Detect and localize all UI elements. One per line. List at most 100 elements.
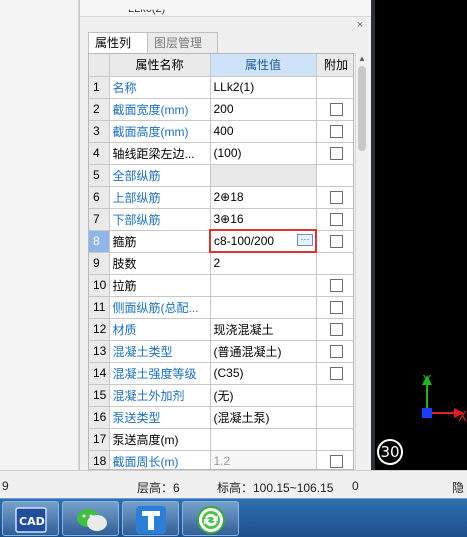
- row-number[interactable]: 2: [89, 98, 110, 121]
- property-value-cell[interactable]: 2: [210, 252, 317, 275]
- property-name-cell[interactable]: 泵送类型: [109, 406, 211, 429]
- property-value-editor[interactable]: c8-100/200 ···: [209, 229, 317, 253]
- property-name-cell[interactable]: 混凝土外加剂: [109, 384, 211, 407]
- row-number[interactable]: 17: [89, 428, 110, 451]
- property-value-cell[interactable]: 200: [210, 98, 317, 121]
- property-name-cell[interactable]: 侧面纵筋(总配...: [109, 296, 211, 319]
- property-value-cell[interactable]: (混凝土泵): [210, 406, 317, 429]
- scroll-thumb[interactable]: [358, 66, 366, 151]
- table-row[interactable]: 14 混凝土强度等级 (C35): [89, 362, 353, 385]
- attach-checkbox[interactable]: [329, 103, 343, 117]
- attach-cell: [316, 120, 353, 143]
- property-value-cell[interactable]: (C35): [210, 362, 317, 385]
- table-row[interactable]: 15 混凝土外加剂 (无): [89, 384, 353, 407]
- row-number[interactable]: 12: [89, 318, 110, 341]
- table-row[interactable]: 5 全部纵筋: [89, 164, 353, 187]
- table-row[interactable]: 9 肢数 2: [89, 252, 353, 275]
- taskbar-refresh-app[interactable]: [182, 501, 239, 536]
- row-number[interactable]: 10: [89, 274, 110, 297]
- row-number[interactable]: 16: [89, 406, 110, 429]
- attach-checkbox[interactable]: [329, 367, 343, 381]
- row-number[interactable]: 6: [89, 186, 110, 209]
- property-name-cell[interactable]: 混凝土类型: [109, 340, 211, 363]
- table-row[interactable]: 12 材质 现浇混凝土: [89, 318, 353, 341]
- table-row[interactable]: 13 混凝土类型 (普通混凝土): [89, 340, 353, 363]
- table-row[interactable]: 6 上部纵筋 2⊕18: [89, 186, 353, 209]
- property-value-cell[interactable]: 1.2: [210, 450, 317, 469]
- property-value-cell[interactable]: [210, 296, 317, 319]
- attach-checkbox[interactable]: [329, 455, 343, 469]
- property-name-cell[interactable]: 混凝土强度等级: [109, 362, 211, 385]
- property-name-cell[interactable]: 全部纵筋: [109, 164, 211, 187]
- header-property-value[interactable]: 属性值: [210, 54, 317, 77]
- row-number[interactable]: 11: [89, 296, 110, 319]
- row-number[interactable]: 7: [89, 208, 110, 231]
- table-row[interactable]: 18 截面周长(m) 1.2: [89, 450, 353, 469]
- previous-component-item[interactable]: LLk6(2): [128, 10, 165, 15]
- property-name-cell[interactable]: 轴线距梁左边...: [109, 142, 211, 165]
- property-name-cell[interactable]: 上部纵筋: [109, 186, 211, 209]
- property-value-cell[interactable]: [210, 164, 317, 187]
- table-row[interactable]: 3 截面高度(mm) 400: [89, 120, 353, 143]
- table-row[interactable]: 1 名称 LLk2(1): [89, 76, 353, 99]
- attach-checkbox[interactable]: [329, 235, 343, 249]
- property-name-cell[interactable]: 截面宽度(mm): [109, 98, 211, 121]
- scroll-up-arrow-icon[interactable]: ▲: [356, 53, 368, 65]
- tab-layer-management[interactable]: 图层管理: [148, 32, 218, 53]
- header-attach[interactable]: 附加: [316, 54, 353, 77]
- attach-checkbox[interactable]: [329, 301, 343, 315]
- property-value-cell[interactable]: 现浇混凝土: [210, 318, 317, 341]
- row-number[interactable]: 1: [89, 76, 110, 99]
- property-name-cell[interactable]: 下部纵筋: [109, 208, 211, 231]
- attach-checkbox[interactable]: [329, 125, 343, 139]
- property-name-cell[interactable]: 拉筋: [109, 274, 211, 297]
- table-row[interactable]: 7 下部纵筋 3⊕16: [89, 208, 353, 231]
- row-number[interactable]: 8: [89, 230, 110, 253]
- row-number[interactable]: 18: [89, 450, 110, 469]
- attach-checkbox[interactable]: [329, 191, 343, 205]
- table-row[interactable]: 11 侧面纵筋(总配...: [89, 296, 353, 319]
- attach-checkbox[interactable]: [329, 323, 343, 337]
- attach-checkbox[interactable]: [329, 147, 343, 161]
- header-property-name[interactable]: 属性名称: [109, 54, 211, 77]
- taskbar-cad-app[interactable]: CAD: [2, 501, 59, 536]
- table-row[interactable]: 2 截面宽度(mm) 200: [89, 98, 353, 121]
- property-name-cell[interactable]: 肢数: [109, 252, 211, 275]
- property-value-cell[interactable]: 3⊕16: [210, 208, 317, 231]
- tab-property-list[interactable]: 属性列表: [88, 32, 148, 70]
- property-value-cell[interactable]: 2⊕18: [210, 186, 317, 209]
- vertical-scrollbar[interactable]: ▲: [355, 53, 367, 470]
- row-number[interactable]: 3: [89, 120, 110, 143]
- attach-checkbox[interactable]: [329, 279, 343, 293]
- row-number[interactable]: 4: [89, 142, 110, 165]
- taskbar-t-app[interactable]: [122, 501, 179, 536]
- close-icon[interactable]: ×: [354, 20, 366, 31]
- property-value-cell[interactable]: 400: [210, 120, 317, 143]
- ellipsis-button[interactable]: ···: [297, 234, 313, 246]
- property-name-cell[interactable]: 箍筋: [109, 230, 211, 253]
- taskbar-wechat-app[interactable]: [62, 501, 119, 536]
- property-value-cell[interactable]: [210, 274, 317, 297]
- property-value-cell[interactable]: [210, 428, 317, 451]
- attach-checkbox[interactable]: [329, 213, 343, 227]
- property-value-cell[interactable]: (普通混凝土): [210, 340, 317, 363]
- attach-checkbox[interactable]: [329, 345, 343, 359]
- table-row[interactable]: 10 拉筋: [89, 274, 353, 297]
- row-number[interactable]: 14: [89, 362, 110, 385]
- property-name-cell[interactable]: 截面周长(m): [109, 450, 211, 469]
- property-name-cell[interactable]: 材质: [109, 318, 211, 341]
- row-number[interactable]: 15: [89, 384, 110, 407]
- row-number[interactable]: 13: [89, 340, 110, 363]
- property-value-cell[interactable]: LLk2(1): [210, 76, 317, 99]
- property-value-cell[interactable]: (100): [210, 142, 317, 165]
- table-row[interactable]: 8 箍筋 c8-100/200 ···: [89, 229, 353, 253]
- row-number[interactable]: 5: [89, 164, 110, 187]
- row-number[interactable]: 9: [89, 252, 110, 275]
- table-row[interactable]: 17 泵送高度(m): [89, 428, 353, 451]
- table-row[interactable]: 16 泵送类型 (混凝土泵): [89, 406, 353, 429]
- property-value-cell[interactable]: (无): [210, 384, 317, 407]
- property-name-cell[interactable]: 泵送高度(m): [109, 428, 211, 451]
- table-row[interactable]: 4 轴线距梁左边... (100): [89, 142, 353, 165]
- property-name-cell[interactable]: 名称: [109, 76, 211, 99]
- property-name-cell[interactable]: 截面高度(mm): [109, 120, 211, 143]
